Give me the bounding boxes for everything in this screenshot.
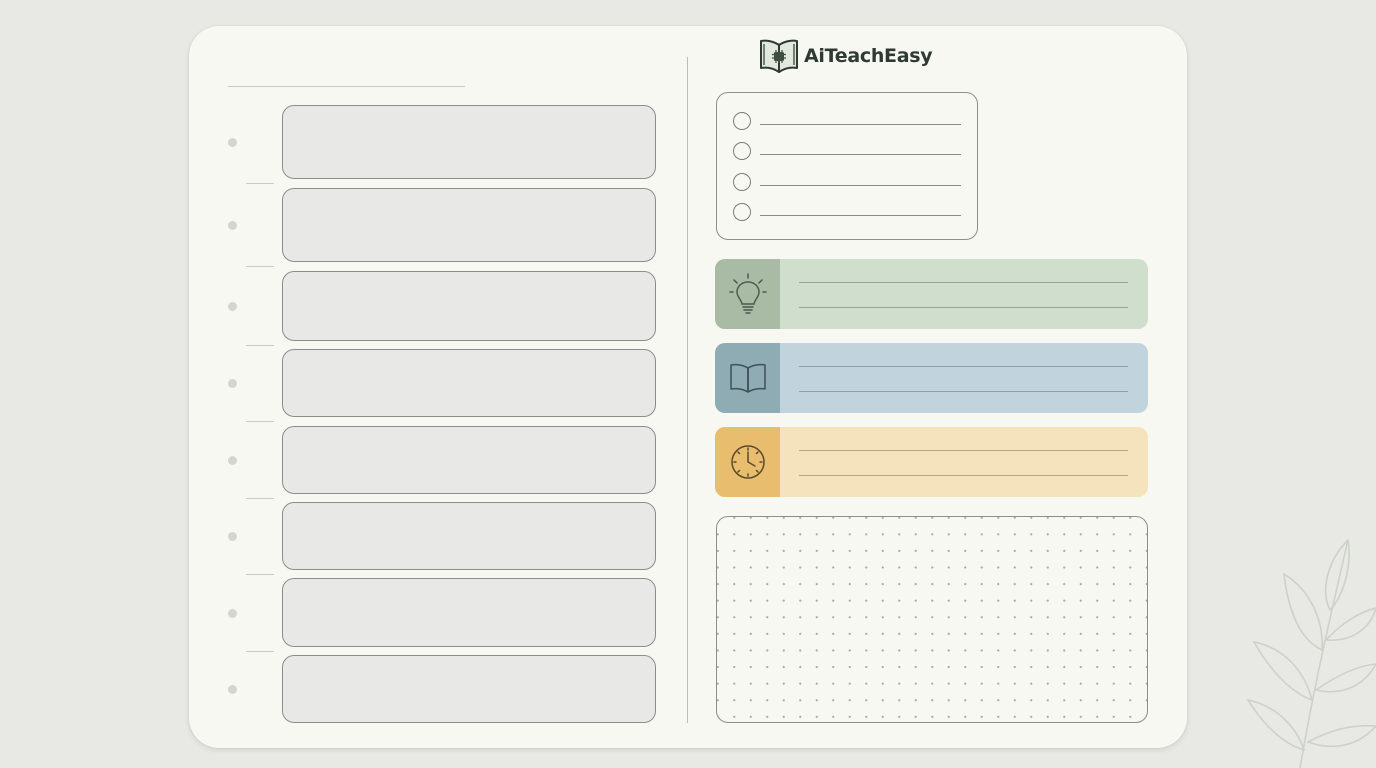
checkbox-circle-icon[interactable]: [733, 173, 751, 191]
note-line: [799, 307, 1128, 308]
schedule-tick: [246, 345, 274, 346]
checklist-line: [760, 124, 961, 125]
column-divider: [687, 57, 688, 723]
schedule-bullet: [228, 685, 237, 694]
schedule-tick: [246, 183, 274, 184]
clock-icon: [730, 445, 765, 479]
schedule-bullet: [228, 609, 237, 618]
schedule-tick: [246, 421, 274, 422]
reading-note[interactable]: [715, 343, 1148, 413]
schedule-bullet: [228, 456, 237, 465]
title-underline: [228, 86, 465, 87]
schedule-slot[interactable]: [282, 655, 656, 723]
schedule-slot[interactable]: [282, 426, 656, 494]
schedule-tick: [246, 498, 274, 499]
note-line: [799, 391, 1128, 392]
schedule-slot[interactable]: [282, 349, 656, 417]
schedule-slot[interactable]: [282, 271, 656, 341]
schedule-slot[interactable]: [282, 188, 656, 262]
checklist-item[interactable]: [733, 142, 963, 160]
schedule-bullet: [228, 221, 237, 230]
checklist-item[interactable]: [733, 203, 963, 221]
checkbox-circle-icon[interactable]: [733, 203, 751, 221]
time-note[interactable]: [715, 427, 1148, 497]
time-note-icon-box: [715, 427, 780, 497]
schedule-tick: [246, 266, 274, 267]
book-icon: [729, 363, 766, 393]
schedule-slot[interactable]: [282, 105, 656, 179]
checklist-item[interactable]: [733, 173, 963, 191]
schedule-tick: [246, 651, 274, 652]
checklist-line: [760, 154, 961, 155]
checklist-item[interactable]: [733, 112, 963, 130]
checkbox-circle-icon[interactable]: [733, 112, 751, 130]
schedule-bullet: [228, 138, 237, 147]
schedule-bullet: [228, 532, 237, 541]
checklist-card: [716, 92, 978, 240]
lightbulb-icon: [728, 273, 767, 314]
idea-note[interactable]: [715, 259, 1148, 329]
note-line: [799, 282, 1128, 283]
checkbox-circle-icon[interactable]: [733, 142, 751, 160]
note-line: [799, 366, 1128, 367]
idea-note-icon-box: [715, 259, 780, 329]
planner-sheet: AiTeachEasy: [189, 26, 1187, 748]
brand-logo: AiTeachEasy: [758, 35, 933, 77]
note-line: [799, 475, 1128, 476]
checklist-line: [760, 215, 961, 216]
schedule-bullet: [228, 379, 237, 388]
checklist-line: [760, 185, 961, 186]
dot-grid-sketch-area[interactable]: [716, 516, 1148, 723]
brand-name: AiTeachEasy: [804, 45, 933, 67]
schedule-bullet: [228, 302, 237, 311]
schedule-slot[interactable]: [282, 578, 656, 647]
schedule-slot[interactable]: [282, 502, 656, 570]
reading-note-icon-box: [715, 343, 780, 413]
note-line: [799, 450, 1128, 451]
open-book-chip-icon: [760, 39, 798, 73]
leaf-decoration-icon: [1246, 538, 1376, 768]
schedule-tick: [246, 574, 274, 575]
